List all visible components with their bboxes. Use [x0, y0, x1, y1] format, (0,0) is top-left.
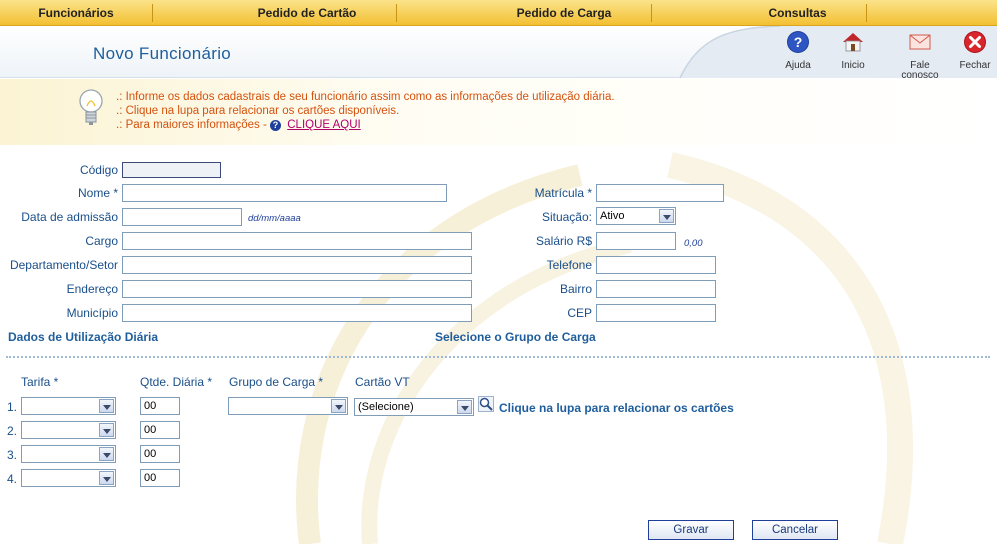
chevron-down-icon [331, 399, 346, 413]
tarifa-select-2[interactable] [21, 421, 116, 439]
telefone-field[interactable] [596, 256, 716, 274]
col-qtde-diaria: Qtde. Diária * [140, 375, 213, 389]
close-label: Fechar [959, 60, 991, 71]
nav-separator [651, 4, 652, 22]
chevron-down-icon [457, 400, 472, 414]
chevron-down-icon [99, 447, 114, 461]
data-admissao-field[interactable] [122, 208, 242, 226]
nav-separator [152, 4, 153, 22]
tarifa-select-3[interactable] [21, 445, 116, 463]
section-dados-utilizacao: Dados de Utilização Diária [8, 330, 159, 344]
qtde-field-2[interactable] [140, 421, 180, 439]
cep-field[interactable] [596, 304, 716, 322]
row-number: 1. [7, 400, 18, 414]
cartao-vt-value: (Selecione) [358, 401, 414, 413]
mail-icon [909, 34, 931, 50]
endereco-label: Endereço [66, 282, 118, 296]
bairro-label: Bairro [559, 282, 592, 296]
nome-field[interactable] [122, 184, 447, 202]
endereco-field[interactable] [122, 280, 472, 298]
col-cartao-vt: Cartão VT [355, 375, 410, 389]
nav-separator [866, 4, 867, 22]
qtde-field-3[interactable] [140, 445, 180, 463]
cancelar-button[interactable]: Cancelar [752, 520, 838, 540]
help-button[interactable]: ? Ajuda [776, 30, 820, 71]
info-line-3-text: .: Para maiores informações - [116, 119, 267, 131]
gravar-button[interactable]: Gravar [648, 520, 734, 540]
codigo-label: Código [79, 163, 118, 177]
lightbulb-icon [79, 89, 103, 125]
salario-label: Salário R$ [535, 234, 592, 248]
help-label: Ajuda [785, 60, 811, 71]
salario-field[interactable] [596, 232, 676, 250]
matricula-label: Matrícula * [534, 186, 592, 200]
lupa-instruction: Clique na lupa para relacionar os cartõe… [499, 401, 734, 415]
departamento-label: Departamento/Setor [9, 258, 118, 272]
municipio-label: Município [66, 306, 118, 320]
section-grupo-carga: Selecione o Grupo de Carga [435, 330, 596, 344]
nav-separator [396, 4, 397, 22]
situacao-select[interactable]: Ativo [596, 207, 676, 225]
page-title: Novo Funcionário [93, 44, 232, 63]
chevron-down-icon [99, 423, 114, 437]
nav-pedido-cartao[interactable]: Pedido de Cartão [218, 0, 396, 26]
svg-text:?: ? [794, 34, 803, 50]
grupo-carga-select[interactable] [228, 397, 348, 415]
salario-hint: 0,00 [684, 238, 703, 249]
help-icon: ? [787, 31, 809, 53]
chevron-down-icon [99, 471, 114, 485]
cartao-vt-select[interactable]: (Selecione) [354, 398, 474, 416]
tarifa-select-4[interactable] [21, 469, 116, 487]
chevron-down-icon [659, 209, 674, 223]
home-button[interactable]: Inicio [831, 30, 875, 71]
qtde-field-4[interactable] [140, 469, 180, 487]
codigo-field[interactable] [122, 162, 221, 178]
nav-funcionarios[interactable]: Funcionários [0, 0, 152, 26]
departamento-field[interactable] [122, 256, 472, 274]
nav-consultas[interactable]: Consultas [740, 0, 855, 26]
home-label: Inicio [841, 60, 865, 71]
section-divider [6, 356, 990, 358]
row-number: 2. [7, 424, 18, 438]
matricula-field[interactable] [596, 184, 724, 202]
situacao-value: Ativo [600, 210, 625, 222]
telefone-label: Telefone [546, 258, 592, 272]
municipio-field[interactable] [122, 304, 472, 322]
top-nav: Funcionários Pedido de Cartão Pedido de … [0, 0, 997, 26]
row-number: 3. [7, 448, 18, 462]
nav-pedido-carga[interactable]: Pedido de Carga [478, 0, 650, 26]
col-grupo-carga: Grupo de Carga * [229, 375, 324, 389]
info-line-2: .: Clique na lupa para relacionar os car… [116, 105, 400, 117]
col-tarifa: Tarifa * [21, 375, 59, 389]
nome-label: Nome * [77, 186, 118, 200]
cargo-label: Cargo [85, 234, 118, 248]
close-icon [964, 31, 986, 53]
help-small-icon: ? [270, 120, 282, 131]
bairro-field[interactable] [596, 280, 716, 298]
click-here-link[interactable]: CLIQUE AQUI [287, 119, 361, 131]
tarifa-select-1[interactable] [21, 397, 116, 415]
cargo-field[interactable] [122, 232, 472, 250]
cep-label: CEP [567, 306, 592, 320]
background-watermark [296, 152, 914, 544]
info-line-3: .: Para maiores informações - ? CLIQUE A… [116, 119, 361, 131]
magnifier-icon[interactable] [478, 396, 494, 412]
home-icon [843, 33, 863, 52]
situacao-label: Situação: [541, 210, 592, 224]
date-format-hint: dd/mm/aaaa [248, 213, 301, 224]
close-button[interactable]: Fechar [953, 30, 997, 71]
data-admissao-label: Data de admissão [21, 210, 118, 224]
info-line-1: .: Informe os dados cadastrais de seu fu… [116, 91, 615, 103]
row-number: 4. [7, 472, 18, 486]
chevron-down-icon [99, 399, 114, 413]
qtde-field-1[interactable] [140, 397, 180, 415]
contact-button[interactable]: Fale conosco [898, 30, 942, 81]
